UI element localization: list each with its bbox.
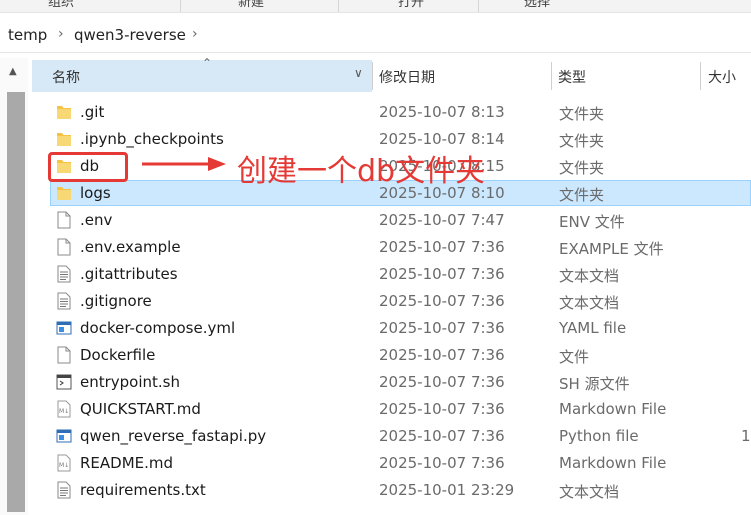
file-name: .gitignore (80, 292, 152, 310)
file-type: 文件夹 (559, 159, 605, 177)
file-modified-date: 2025-10-07 7:36 (379, 346, 505, 364)
ribbon-toolbar: 组织 新建 打开 选择 (0, 0, 751, 13)
app-file-icon (56, 427, 72, 445)
file-modified-date: 2025-10-07 7:36 (379, 265, 505, 283)
ribbon-open-button[interactable]: 打开 (398, 0, 424, 10)
svg-text:M↓: M↓ (59, 462, 69, 469)
file-name: qwen_reverse_fastapi.py (80, 427, 267, 445)
file-name: docker-compose.yml (80, 319, 236, 337)
chevron-right-icon[interactable]: › (58, 26, 64, 42)
file-row[interactable]: M↓ README.md 2025-10-07 7:36 Markdown File (0, 450, 751, 477)
annotation-arrow-icon (142, 157, 226, 171)
file-row[interactable]: .gitattributes 2025-10-07 7:36 文本文档 (0, 261, 751, 288)
text-file-icon (56, 265, 72, 283)
sort-ascending-icon: ⌃ (202, 56, 213, 70)
ribbon-divider (180, 0, 181, 12)
file-name: .git (80, 103, 105, 121)
annotation-highlight-box (48, 152, 128, 182)
folder-icon (56, 103, 72, 121)
annotation-text: 创建一个db文件夹 (237, 154, 486, 189)
column-header-date[interactable]: 修改日期 (373, 60, 551, 92)
markdown-file-icon: M↓ (56, 400, 72, 418)
file-row[interactable]: .git 2025-10-07 8:13 文件夹 (0, 99, 751, 126)
column-header-size-label: 大小 (708, 70, 736, 86)
file-modified-date: 2025-10-07 7:36 (379, 427, 505, 445)
file-name: .env.example (80, 238, 181, 256)
text-file-icon (56, 292, 72, 310)
app-file-icon (56, 319, 72, 337)
chevron-right-icon[interactable]: › (192, 26, 198, 42)
blank-file-icon (56, 238, 72, 256)
file-size: 1 (741, 427, 751, 445)
column-header-name-label: 名称 (52, 70, 80, 86)
file-name: requirements.txt (80, 481, 206, 499)
breadcrumb-item-temp[interactable]: temp (8, 26, 47, 44)
text-file-icon (56, 481, 72, 499)
file-type: 文件夹 (559, 105, 605, 123)
file-row[interactable]: .env 2025-10-07 7:47 ENV 文件 (0, 207, 751, 234)
file-type: Markdown File (559, 454, 667, 472)
file-type: 文本文档 (559, 267, 620, 285)
file-name: .env (80, 211, 113, 229)
ribbon-new-button[interactable]: 新建 (238, 0, 264, 10)
file-type: 文件夹 (559, 186, 605, 204)
markdown-file-icon: M↓ (56, 454, 72, 472)
file-type: Python file (559, 427, 639, 445)
file-type: Markdown File (559, 400, 667, 418)
column-header-name[interactable]: 名称 ⌃ ∨ (32, 56, 372, 92)
file-row[interactable]: qwen_reverse_fastapi.py 2025-10-07 7:36 Py… (0, 423, 751, 450)
svg-text:M↓: M↓ (59, 408, 69, 415)
ribbon-divider (338, 0, 339, 12)
ribbon-select-button[interactable]: 选择 (524, 0, 550, 10)
file-row[interactable]: M↓ QUICKSTART.md 2025-10-07 7:36 Markdown F… (0, 396, 751, 423)
file-type: YAML file (559, 319, 627, 337)
file-name: README.md (80, 454, 174, 472)
file-modified-date: 2025-10-07 7:36 (379, 373, 505, 391)
column-header-type-label: 类型 (558, 70, 586, 86)
file-modified-date: 2025-10-07 7:47 (379, 211, 505, 229)
script-file-icon (56, 373, 72, 391)
file-type: EXAMPLE 文件 (559, 240, 664, 258)
file-row[interactable]: .env.example 2025-10-07 7:36 EXAMPLE 文件 (0, 234, 751, 261)
file-modified-date: 2025-10-07 7:36 (379, 292, 505, 310)
column-header-size[interactable]: 大小 (701, 60, 751, 92)
file-name: logs (80, 184, 111, 202)
breadcrumb: temp › qwen3-reverse › (0, 20, 751, 53)
ribbon-organize-button[interactable]: 组织 (48, 0, 74, 10)
blank-file-icon (56, 346, 72, 364)
file-modified-date: 2025-10-01 23:29 (379, 481, 515, 499)
file-row[interactable]: Dockerfile 2025-10-07 7:36 文件 (0, 342, 751, 369)
file-row[interactable]: docker-compose.yml 2025-10-07 7:36 YAML fi… (0, 315, 751, 342)
ribbon-divider (478, 0, 479, 12)
file-type: 文件 (559, 348, 590, 366)
file-type: 文本文档 (559, 294, 620, 312)
file-name: QUICKSTART.md (80, 400, 201, 418)
column-header-bar: 名称 ⌃ ∨ 修改日期 类型 大小 (32, 56, 751, 92)
blank-file-icon (56, 211, 72, 229)
breadcrumb-item-qwen3-reverse[interactable]: qwen3-reverse (74, 26, 186, 44)
column-header-type[interactable]: 类型 (552, 60, 700, 92)
folder-icon (56, 184, 72, 202)
column-header-date-label: 修改日期 (379, 70, 435, 86)
file-modified-date: 2025-10-07 7:36 (379, 454, 505, 472)
scroll-up-arrow-icon[interactable]: ▲ (9, 66, 17, 77)
file-modified-date: 2025-10-07 7:36 (379, 319, 505, 337)
file-name: .gitattributes (80, 265, 178, 283)
file-type: SH 源文件 (559, 375, 630, 393)
file-row[interactable]: requirements.txt 2025-10-01 23:29 文本文档 (0, 477, 751, 504)
file-modified-date: 2025-10-07 8:13 (379, 103, 505, 121)
file-name: .ipynb_checkpoints (80, 130, 224, 148)
file-type: 文件夹 (559, 132, 605, 150)
chevron-down-icon[interactable]: ∨ (354, 66, 363, 80)
file-type: 文本文档 (559, 483, 620, 501)
folder-icon (56, 130, 72, 148)
file-row[interactable]: .gitignore 2025-10-07 7:36 文本文档 (0, 288, 751, 315)
file-name: Dockerfile (80, 346, 156, 364)
file-name: entrypoint.sh (80, 373, 181, 391)
file-modified-date: 2025-10-07 7:36 (379, 400, 505, 418)
file-modified-date: 2025-10-07 7:36 (379, 238, 505, 256)
file-type: ENV 文件 (559, 213, 625, 231)
file-row[interactable]: entrypoint.sh 2025-10-07 7:36 SH 源文件 (0, 369, 751, 396)
